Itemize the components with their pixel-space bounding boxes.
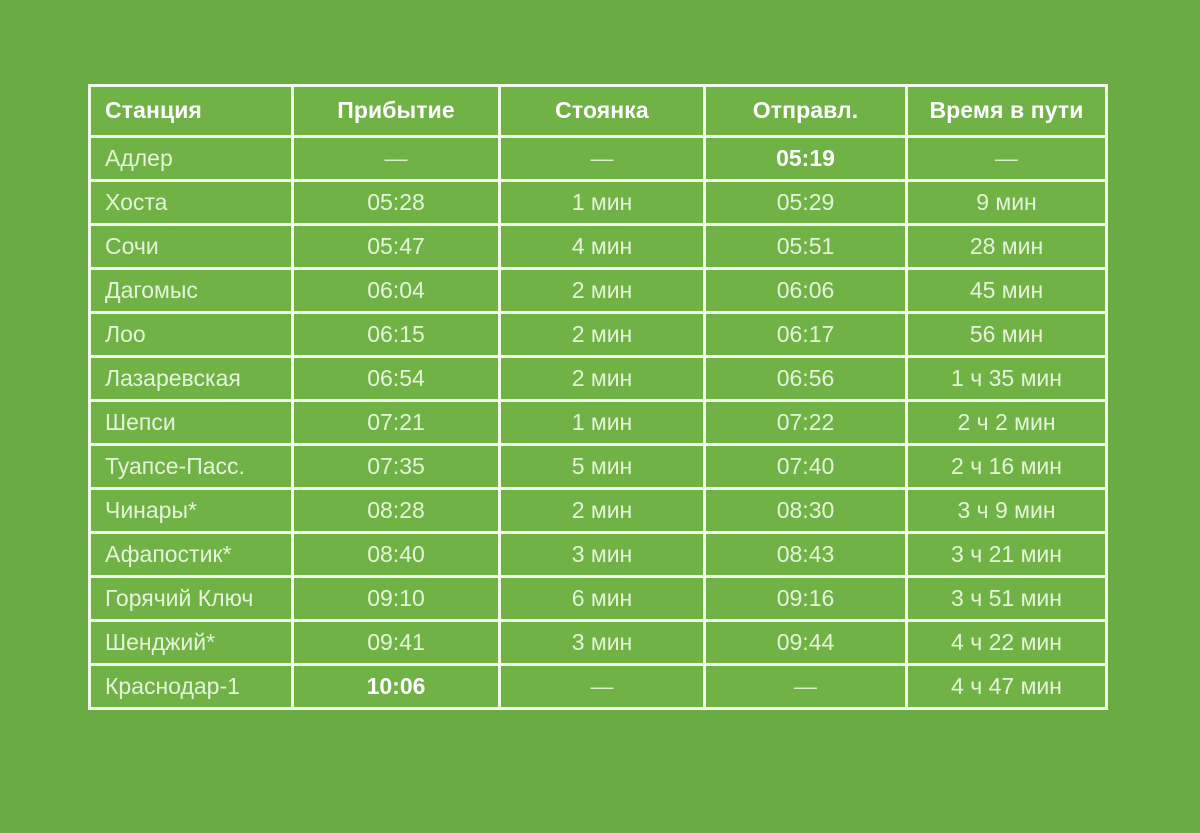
cell-departure: 06:56 xyxy=(706,358,905,399)
cell-departure: 05:19 xyxy=(706,138,905,179)
cell-arrival: 07:21 xyxy=(294,402,498,443)
cell-arrival: 06:15 xyxy=(294,314,498,355)
cell-departure: 08:43 xyxy=(706,534,905,575)
cell-station: Лоо xyxy=(91,314,291,355)
table-row: Адлер — —05:19— xyxy=(91,138,1105,179)
cell-arrival: — xyxy=(294,138,498,179)
cell-stop: 2 мин xyxy=(501,314,703,355)
column-header-arrival: Прибытие xyxy=(294,87,498,135)
cell-stop: 2 мин xyxy=(501,490,703,531)
cell-travel_time: 45 мин xyxy=(908,270,1105,311)
cell-travel_time: 4 ч 22 мин xyxy=(908,622,1105,663)
cell-stop: 3 мин xyxy=(501,534,703,575)
cell-station: Туапсе-Пасс. xyxy=(91,446,291,487)
cell-station: Дагомыс xyxy=(91,270,291,311)
cell-departure: 07:40 xyxy=(706,446,905,487)
table-row: Хоста 05:28 1 мин 05:29 9 мин xyxy=(91,182,1105,223)
header-row: Станция Прибытие Стоянка Отправл. Время … xyxy=(91,87,1105,135)
cell-arrival: 05:28 xyxy=(294,182,498,223)
cell-stop: — xyxy=(501,138,703,179)
train-schedule-table: Станция Прибытие Стоянка Отправл. Время … xyxy=(88,84,1108,710)
cell-stop: 2 мин xyxy=(501,270,703,311)
cell-travel_time: 3 ч 21 мин xyxy=(908,534,1105,575)
column-header-station: Станция xyxy=(91,87,291,135)
cell-station: Хоста xyxy=(91,182,291,223)
cell-stop: 1 мин xyxy=(501,182,703,223)
cell-departure: 06:17 xyxy=(706,314,905,355)
cell-arrival: 05:47 xyxy=(294,226,498,267)
cell-arrival: 08:40 xyxy=(294,534,498,575)
cell-travel_time: 2 ч 2 мин xyxy=(908,402,1105,443)
cell-travel_time: 3 ч 51 мин xyxy=(908,578,1105,619)
cell-stop: 6 мин xyxy=(501,578,703,619)
column-header-stop: Стоянка xyxy=(501,87,703,135)
table-row: Афапостик* 08:40 3 мин 08:43 3 ч 21 мин xyxy=(91,534,1105,575)
cell-departure: 07:22 xyxy=(706,402,905,443)
column-header-travel-time: Время в пути xyxy=(908,87,1105,135)
cell-departure: 09:16 xyxy=(706,578,905,619)
cell-departure: 09:44 xyxy=(706,622,905,663)
cell-travel_time: 3 ч 9 мин xyxy=(908,490,1105,531)
table-row: Шепси 07:21 1 мин 07:22 2 ч 2 мин xyxy=(91,402,1105,443)
schedule-table-container: Станция Прибытие Стоянка Отправл. Время … xyxy=(88,84,1108,710)
cell-stop: 3 мин xyxy=(501,622,703,663)
table-row: Сочи 05:47 4 мин 05:51 28 мин xyxy=(91,226,1105,267)
cell-travel_time: 56 мин xyxy=(908,314,1105,355)
cell-travel_time: 9 мин xyxy=(908,182,1105,223)
cell-departure: 05:29 xyxy=(706,182,905,223)
cell-arrival: 06:54 xyxy=(294,358,498,399)
column-header-departure: Отправл. xyxy=(706,87,905,135)
table-row: Шенджий* 09:41 3 мин 09:44 4 ч 22 мин xyxy=(91,622,1105,663)
table-row: Чинары* 08:28 2 мин 08:30 3 ч 9 мин xyxy=(91,490,1105,531)
cell-station: Горячий Ключ xyxy=(91,578,291,619)
cell-stop: — xyxy=(501,666,703,707)
cell-arrival: 07:35 xyxy=(294,446,498,487)
cell-stop: 4 мин xyxy=(501,226,703,267)
cell-arrival: 09:41 xyxy=(294,622,498,663)
table-row: Лоо 06:15 2 мин 06:17 56 мин xyxy=(91,314,1105,355)
cell-station: Чинары* xyxy=(91,490,291,531)
cell-arrival: 10:06 xyxy=(294,666,498,707)
cell-stop: 5 мин xyxy=(501,446,703,487)
cell-departure: 05:51 xyxy=(706,226,905,267)
cell-arrival: 09:10 xyxy=(294,578,498,619)
table-row: Краснодар-1 10:06— —4 ч 47 мин xyxy=(91,666,1105,707)
cell-departure: — xyxy=(706,666,905,707)
cell-arrival: 06:04 xyxy=(294,270,498,311)
cell-travel_time: 4 ч 47 мин xyxy=(908,666,1105,707)
cell-station: Шепси xyxy=(91,402,291,443)
cell-station: Шенджий* xyxy=(91,622,291,663)
cell-departure: 06:06 xyxy=(706,270,905,311)
cell-station: Краснодар-1 xyxy=(91,666,291,707)
cell-station: Афапостик* xyxy=(91,534,291,575)
cell-travel_time: 2 ч 16 мин xyxy=(908,446,1105,487)
cell-station: Адлер xyxy=(91,138,291,179)
table-row: Дагомыс 06:04 2 мин 06:06 45 мин xyxy=(91,270,1105,311)
cell-arrival: 08:28 xyxy=(294,490,498,531)
table-row: Лазаревская 06:54 2 мин 06:56 1 ч 35 мин xyxy=(91,358,1105,399)
cell-station: Лазаревская xyxy=(91,358,291,399)
cell-travel_time: — xyxy=(908,138,1105,179)
cell-travel_time: 1 ч 35 мин xyxy=(908,358,1105,399)
cell-departure: 08:30 xyxy=(706,490,905,531)
table-header: Станция Прибытие Стоянка Отправл. Время … xyxy=(91,87,1105,135)
cell-stop: 2 мин xyxy=(501,358,703,399)
cell-travel_time: 28 мин xyxy=(908,226,1105,267)
table-body: Адлер — —05:19— Хоста 05:28 1 мин 05:29 9 мин Со… xyxy=(91,138,1105,707)
table-row: Туапсе-Пасс. 07:35 5 мин 07:40 2 ч 16 мин xyxy=(91,446,1105,487)
page-root: Станция Прибытие Стоянка Отправл. Время … xyxy=(0,0,1200,833)
cell-station: Сочи xyxy=(91,226,291,267)
cell-stop: 1 мин xyxy=(501,402,703,443)
table-row: Горячий Ключ 09:10 6 мин 09:16 3 ч 51 мин xyxy=(91,578,1105,619)
